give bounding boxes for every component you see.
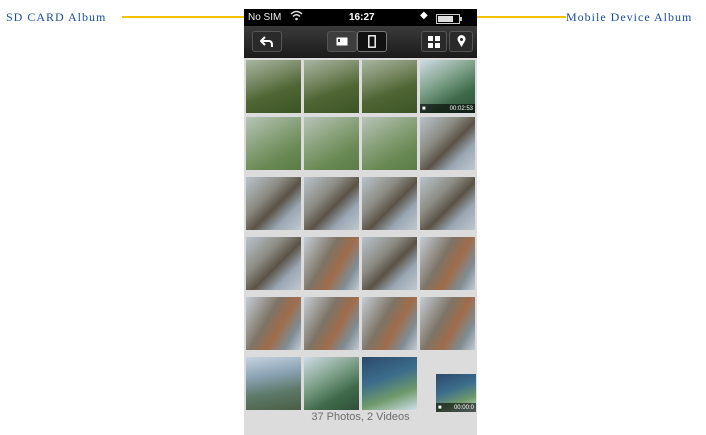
album-summary: 37 Photos, 2 Videos xyxy=(311,411,410,423)
photo-thumbnail[interactable] xyxy=(420,117,475,170)
photo-thumbnail[interactable] xyxy=(304,60,359,113)
phone-icon xyxy=(368,35,376,48)
mobile-device-album-tab[interactable] xyxy=(357,31,387,52)
photo-thumbnail[interactable] xyxy=(246,297,301,350)
photo-thumbnail[interactable] xyxy=(304,177,359,230)
orientation-lock-icon: ◆ xyxy=(420,10,428,21)
photo-thumbnail[interactable] xyxy=(246,60,301,113)
sd-card-callout-line xyxy=(122,16,248,18)
wifi-icon xyxy=(290,10,303,24)
video-thumbnail[interactable]: ■ 00:02:53 xyxy=(420,60,475,113)
status-bar: No SIM 16:27 ◆ xyxy=(244,9,477,26)
photo-thumbnail[interactable] xyxy=(362,297,417,350)
video-thumbnail[interactable]: ■ 00:00:0 xyxy=(436,374,476,412)
map-pin-icon xyxy=(457,35,465,47)
carrier-label: No SIM xyxy=(248,12,282,23)
photo-thumbnail[interactable] xyxy=(246,357,301,410)
photo-thumbnail[interactable] xyxy=(420,177,475,230)
video-camera-icon: ■ xyxy=(438,404,442,411)
photo-thumbnail[interactable] xyxy=(362,357,417,410)
photo-thumbnail[interactable] xyxy=(246,237,301,290)
video-duration: 00:02:53 xyxy=(449,105,473,112)
photo-thumbnail[interactable] xyxy=(362,177,417,230)
photo-thumbnail[interactable] xyxy=(420,297,475,350)
photo-thumbnail[interactable] xyxy=(362,117,417,170)
sd-card-album-tab[interactable] xyxy=(327,31,357,52)
sd-card-album-callout: SD CARD Album xyxy=(6,10,107,24)
mobile-device-album-callout: Mobile Device Album xyxy=(566,10,693,24)
photo-thumbnail[interactable] xyxy=(304,297,359,350)
photo-thumbnail[interactable] xyxy=(246,117,301,170)
back-arrow-icon xyxy=(260,35,273,47)
photo-thumbnail[interactable] xyxy=(362,60,417,113)
photo-thumbnail[interactable] xyxy=(246,177,301,230)
back-button[interactable] xyxy=(252,31,282,52)
video-camera-icon: ■ xyxy=(422,105,426,112)
sd-card-icon xyxy=(336,37,348,46)
photo-thumbnail[interactable] xyxy=(420,237,475,290)
video-badge: ■ 00:02:53 xyxy=(420,104,475,113)
video-duration: 00:00:0 xyxy=(453,404,474,411)
photo-thumbnail[interactable] xyxy=(362,237,417,290)
grid-icon xyxy=(428,35,440,48)
toolbar xyxy=(244,26,477,58)
phone-screen: No SIM 16:27 ◆ ■ 00:02:53 ■ 00:00:0 37 P… xyxy=(244,9,477,435)
battery-icon xyxy=(436,14,462,24)
grid-view-button[interactable] xyxy=(421,31,447,52)
photo-thumbnail[interactable] xyxy=(304,237,359,290)
photo-thumbnail[interactable] xyxy=(304,357,359,410)
map-view-button[interactable] xyxy=(449,31,473,52)
photo-thumbnail[interactable] xyxy=(304,117,359,170)
photo-grid: ■ 00:02:53 ■ 00:00:0 xyxy=(246,60,476,412)
clock: 16:27 xyxy=(349,12,375,23)
